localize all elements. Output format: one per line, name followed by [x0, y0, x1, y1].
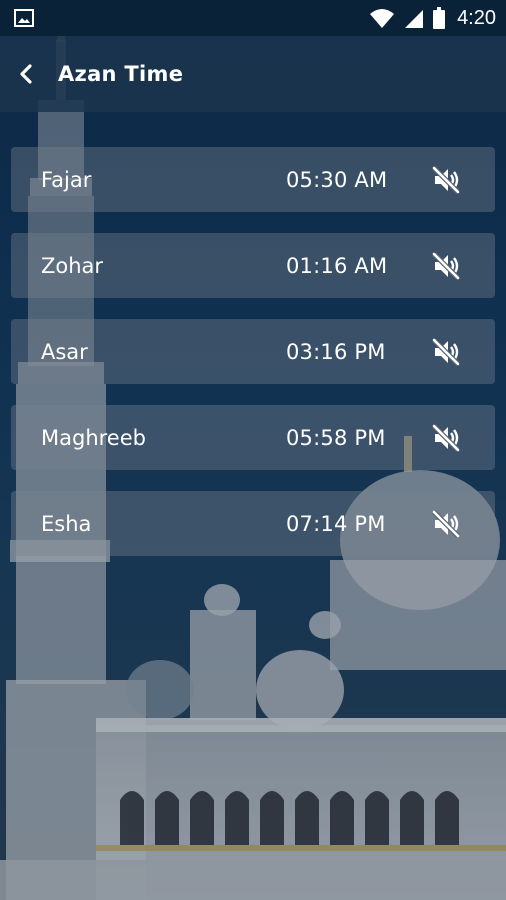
speaker-muted-icon[interactable]	[430, 508, 462, 540]
prayer-time: 07:14 PM	[286, 511, 386, 536]
prayer-name: Fajar	[41, 167, 92, 192]
prayer-time: 01:16 AM	[286, 253, 388, 278]
prayer-time: 03:16 PM	[286, 339, 386, 364]
battery-icon	[433, 7, 446, 29]
prayer-row-fajar[interactable]: Fajar 05:30 AM	[11, 147, 495, 212]
wifi-icon	[370, 9, 395, 28]
prayer-time: 05:58 PM	[286, 425, 386, 450]
status-time: 4:20	[457, 6, 496, 29]
page-title: Azan Time	[58, 62, 184, 86]
speaker-muted-icon[interactable]	[430, 422, 462, 454]
speaker-muted-icon[interactable]	[430, 336, 462, 368]
status-bar: 4:20	[0, 0, 506, 36]
speaker-muted-icon[interactable]	[430, 164, 462, 196]
prayer-row-esha[interactable]: Esha 07:14 PM	[11, 491, 495, 556]
app-bar: Azan Time	[0, 36, 506, 112]
prayer-time-list: Fajar 05:30 AM Zohar 01:16 AM Asar 03:16…	[11, 147, 495, 577]
prayer-name: Maghreeb	[41, 425, 146, 450]
prayer-row-asar[interactable]: Asar 03:16 PM	[11, 319, 495, 384]
prayer-row-zohar[interactable]: Zohar 01:16 AM	[11, 233, 495, 298]
cell-signal-icon	[405, 10, 424, 28]
prayer-name: Zohar	[41, 253, 104, 278]
speaker-muted-icon[interactable]	[430, 250, 462, 282]
gallery-icon	[14, 9, 34, 27]
prayer-row-maghreeb[interactable]: Maghreeb 05:58 PM	[11, 405, 495, 470]
prayer-time: 05:30 AM	[286, 167, 388, 192]
chevron-left-icon	[20, 64, 32, 84]
prayer-name: Esha	[41, 511, 92, 536]
prayer-name: Asar	[41, 339, 88, 364]
